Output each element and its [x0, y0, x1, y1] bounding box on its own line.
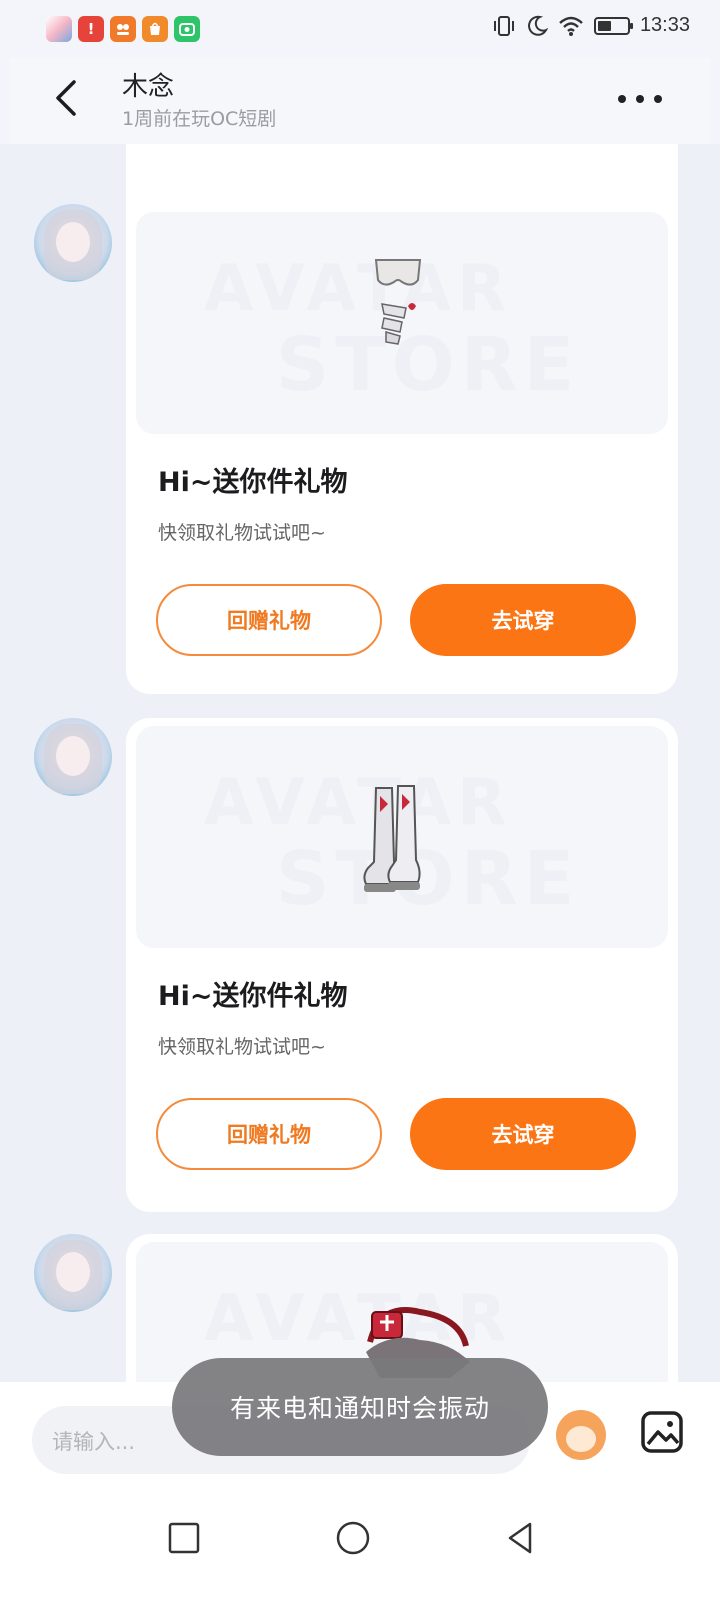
header-bar: 木念 1周前在玩OC短剧	[10, 58, 710, 144]
chat-header: 木念 1周前在玩OC短剧	[0, 58, 720, 144]
back-nav-button[interactable]	[498, 1516, 542, 1560]
gift-preview[interactable]: AVATAR STORE	[136, 726, 668, 948]
recents-button[interactable]	[162, 1516, 206, 1560]
system-nav-bar	[0, 1482, 720, 1600]
back-button[interactable]	[46, 76, 86, 120]
contact-status: 1周前在玩OC短剧	[122, 108, 277, 130]
return-gift-button[interactable]: 回赠礼物	[156, 1098, 382, 1170]
home-button[interactable]	[331, 1516, 375, 1560]
more-dot-icon	[618, 95, 626, 103]
avatar[interactable]	[34, 718, 112, 796]
clock: 13:33	[639, 14, 690, 36]
image-icon	[641, 1411, 683, 1453]
toast: 有来电和通知时会振动	[172, 1358, 548, 1456]
avatar[interactable]	[34, 204, 112, 282]
image-button[interactable]	[640, 1410, 684, 1454]
avatar[interactable]	[34, 1234, 112, 1312]
watermark-line2: STORE	[276, 322, 581, 408]
triangle-back-icon	[508, 1522, 532, 1554]
shorts-and-leg-wrap-icon	[374, 259, 422, 345]
toast-text: 有来电和通知时会振动	[229, 1394, 490, 1423]
shopping-app-icon	[142, 16, 168, 42]
avatar-face	[56, 1252, 90, 1292]
contact-name: 木念	[122, 72, 175, 102]
gift-title: Hi~送你件礼物	[158, 981, 348, 1012]
try-on-button[interactable]: 去试穿	[410, 584, 636, 656]
status-bar: ! 13:33	[0, 0, 720, 58]
orange-app-icon	[110, 16, 136, 42]
square-icon	[168, 1522, 200, 1554]
more-options-button[interactable]	[618, 84, 662, 114]
notification-app-icon	[46, 16, 72, 42]
circle-icon	[336, 1521, 370, 1555]
chat-list[interactable]: AVATAR STORE Hi~送你件礼物 快领取礼物试试吧~ 回赠礼物 去试穿…	[0, 144, 720, 1382]
gift-card: AVATAR STORE Hi~送你件礼物 快领取礼物试试吧~ 回赠礼物 去试穿	[126, 718, 678, 1212]
vibrate-icon	[493, 15, 514, 36]
gift-subtitle: 快领取礼物试试吧~	[158, 1036, 326, 1058]
avatar-face	[56, 736, 90, 776]
more-dot-icon	[654, 95, 662, 103]
watermark-line1: AVATAR	[204, 252, 513, 326]
gift-card: AVATAR STORE Hi~送你件礼物 快领取礼物试试吧~ 回赠礼物 去试穿	[126, 204, 678, 694]
gift-subtitle: 快领取礼物试试吧~	[158, 522, 326, 544]
back-arrow-icon	[56, 80, 76, 116]
avatar-face	[56, 222, 90, 262]
moon-icon	[528, 15, 548, 36]
return-gift-button[interactable]: 回赠礼物	[156, 584, 382, 656]
boots-icon	[363, 785, 421, 892]
notification-icons: !	[46, 16, 200, 42]
try-on-button[interactable]: 去试穿	[410, 1098, 636, 1170]
gift-preview[interactable]: AVATAR STORE	[136, 212, 668, 434]
emoji-button[interactable]	[556, 1410, 606, 1460]
camera-app-icon	[174, 16, 200, 42]
input-placeholder: 请输入...	[52, 1430, 136, 1454]
system-indicators: 13:33	[492, 14, 690, 37]
more-dot-icon	[636, 95, 644, 103]
wifi-icon	[559, 16, 583, 36]
alert-app-icon: !	[78, 16, 104, 42]
battery-icon	[593, 16, 633, 35]
emoji-face-icon	[566, 1426, 596, 1452]
gift-title: Hi~送你件礼物	[158, 467, 348, 498]
